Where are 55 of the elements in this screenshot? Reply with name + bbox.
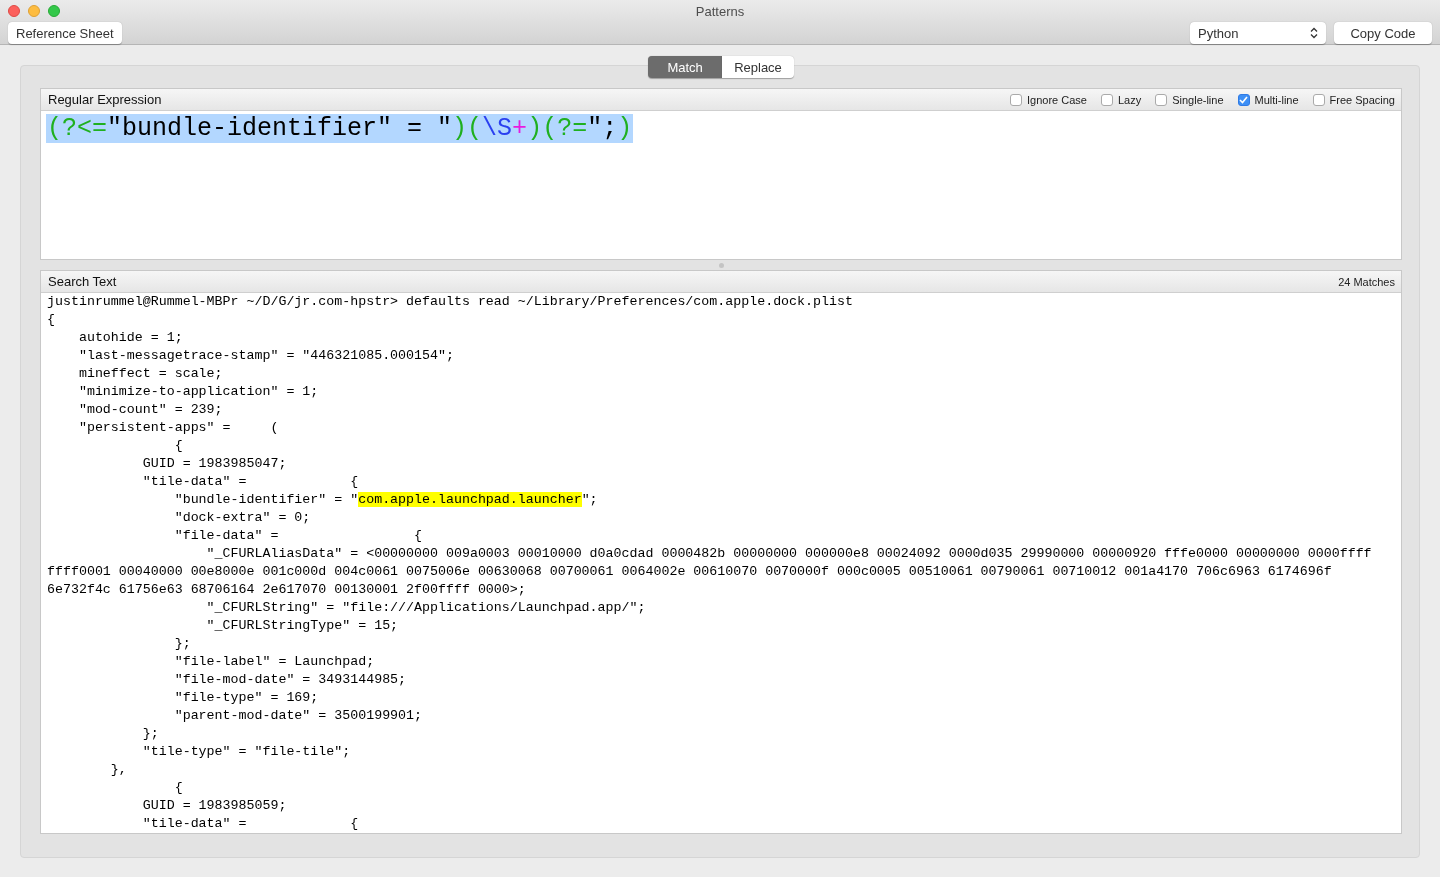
code-line: "tile-type" = "file-tile";	[141, 743, 352, 761]
code-line: "dock-extra" = 0;	[173, 509, 312, 527]
splitter-handle[interactable]	[718, 262, 724, 268]
minimize-button[interactable]	[28, 5, 40, 17]
panel-title: Regular Expression	[48, 92, 162, 107]
code-line: 6e732f4c 61756e63 68706164 2e617070 00130001 2f00ffff 0000>;	[47, 581, 527, 599]
code-line: {	[173, 779, 184, 797]
option-checkbox[interactable]: Lazy	[1100, 93, 1142, 106]
code-line: "file-mod-date" = 3493144985;	[173, 671, 408, 689]
code-line: "_CFURLAliasData" = <00000000 009a0003 00010000 d0a0cdad 0000482b 00000000 000000e8 00024092 0000d035 29990000 00000920 fffe0000 00000000 0000ffff	[205, 545, 1373, 563]
zoom-button[interactable]	[48, 5, 60, 17]
code-line: "_CFURLStringType" = 15;	[205, 617, 400, 635]
copy-code-button[interactable]: Copy Code	[1334, 22, 1432, 44]
option-checkbox[interactable]: Multi-line	[1237, 93, 1299, 106]
code-line: "last-messagetrace-stamp" = "446321085.000154";	[77, 347, 455, 365]
checkbox[interactable]	[1155, 93, 1168, 106]
code-line: "minimize-to-application" = 1;	[77, 383, 320, 401]
code-line: "_CFURLString" = "file:///Applications/Launchpad.app/";	[205, 599, 647, 617]
code-line: autohide = 1;	[77, 329, 184, 347]
language-select[interactable]: Python	[1190, 22, 1326, 44]
code-line: mineffect = scale;	[77, 365, 224, 383]
code-line: {	[47, 311, 56, 329]
code-line: ffff0001 00040000 00e8000e 001c000d 004c0061 0075006e 00630068 00700061 0064002e 00610070 0070000f 000c0005 00510061 00790061 00710012 001a4170 706c6963 6174696f	[47, 563, 1333, 581]
code-line: "file-label" = Launchpad;	[173, 653, 376, 671]
mode-tab[interactable]: Replace	[722, 56, 794, 78]
mode-tab[interactable]: Match	[648, 56, 723, 78]
regex-field[interactable]: (?<="bundle-identifier" = ")(\S+)(?=";)	[46, 114, 634, 143]
code-line: justinrummel@Rummel-MBPr ~/D/G/jr.com-hpstr> defaults read ~/Library/Preferences/com.apple.dock.plist	[47, 293, 854, 311]
option-checkbox[interactable]: Single-line	[1155, 93, 1224, 106]
checkbox[interactable]	[1010, 93, 1022, 106]
checkbox[interactable]	[1100, 93, 1113, 106]
panel-title: Search Text	[48, 274, 117, 289]
code-line: "tile-data" = {	[141, 815, 360, 833]
checkbox[interactable]	[1237, 93, 1250, 106]
code-line: GUID = 1983985059;	[141, 797, 288, 815]
code-line: };	[141, 725, 160, 743]
code-line: "file-data" = {	[173, 527, 424, 545]
code-line: "file-type" = 169;	[173, 689, 320, 707]
code-line: "persistent-apps" = (	[77, 419, 280, 437]
code-line: "tile-data" = {	[141, 473, 360, 491]
chevron-updown-icon	[1310, 27, 1318, 39]
code-line: GUID = 1983985047;	[141, 455, 288, 473]
code-line: };	[173, 635, 192, 653]
code-line: "bundle-identifier" = "com.apple.launchpad.launcher";	[173, 491, 599, 509]
match-count: 24 Matches	[1338, 275, 1395, 288]
code-line: },	[109, 761, 128, 779]
window-title: Patterns	[695, 3, 745, 19]
close-button[interactable]	[8, 5, 20, 17]
reference-sheet-button[interactable]: Reference Sheet	[8, 22, 122, 44]
option-checkbox[interactable]: Ignore Case	[1010, 93, 1087, 106]
code-line: {	[173, 437, 184, 455]
option-checkbox[interactable]: Free Spacing	[1312, 93, 1395, 106]
code-line: "parent-mod-date" = 3500199901;	[173, 707, 424, 725]
checkbox[interactable]	[1312, 93, 1325, 106]
code-line: "mod-count" = 239;	[77, 401, 224, 419]
